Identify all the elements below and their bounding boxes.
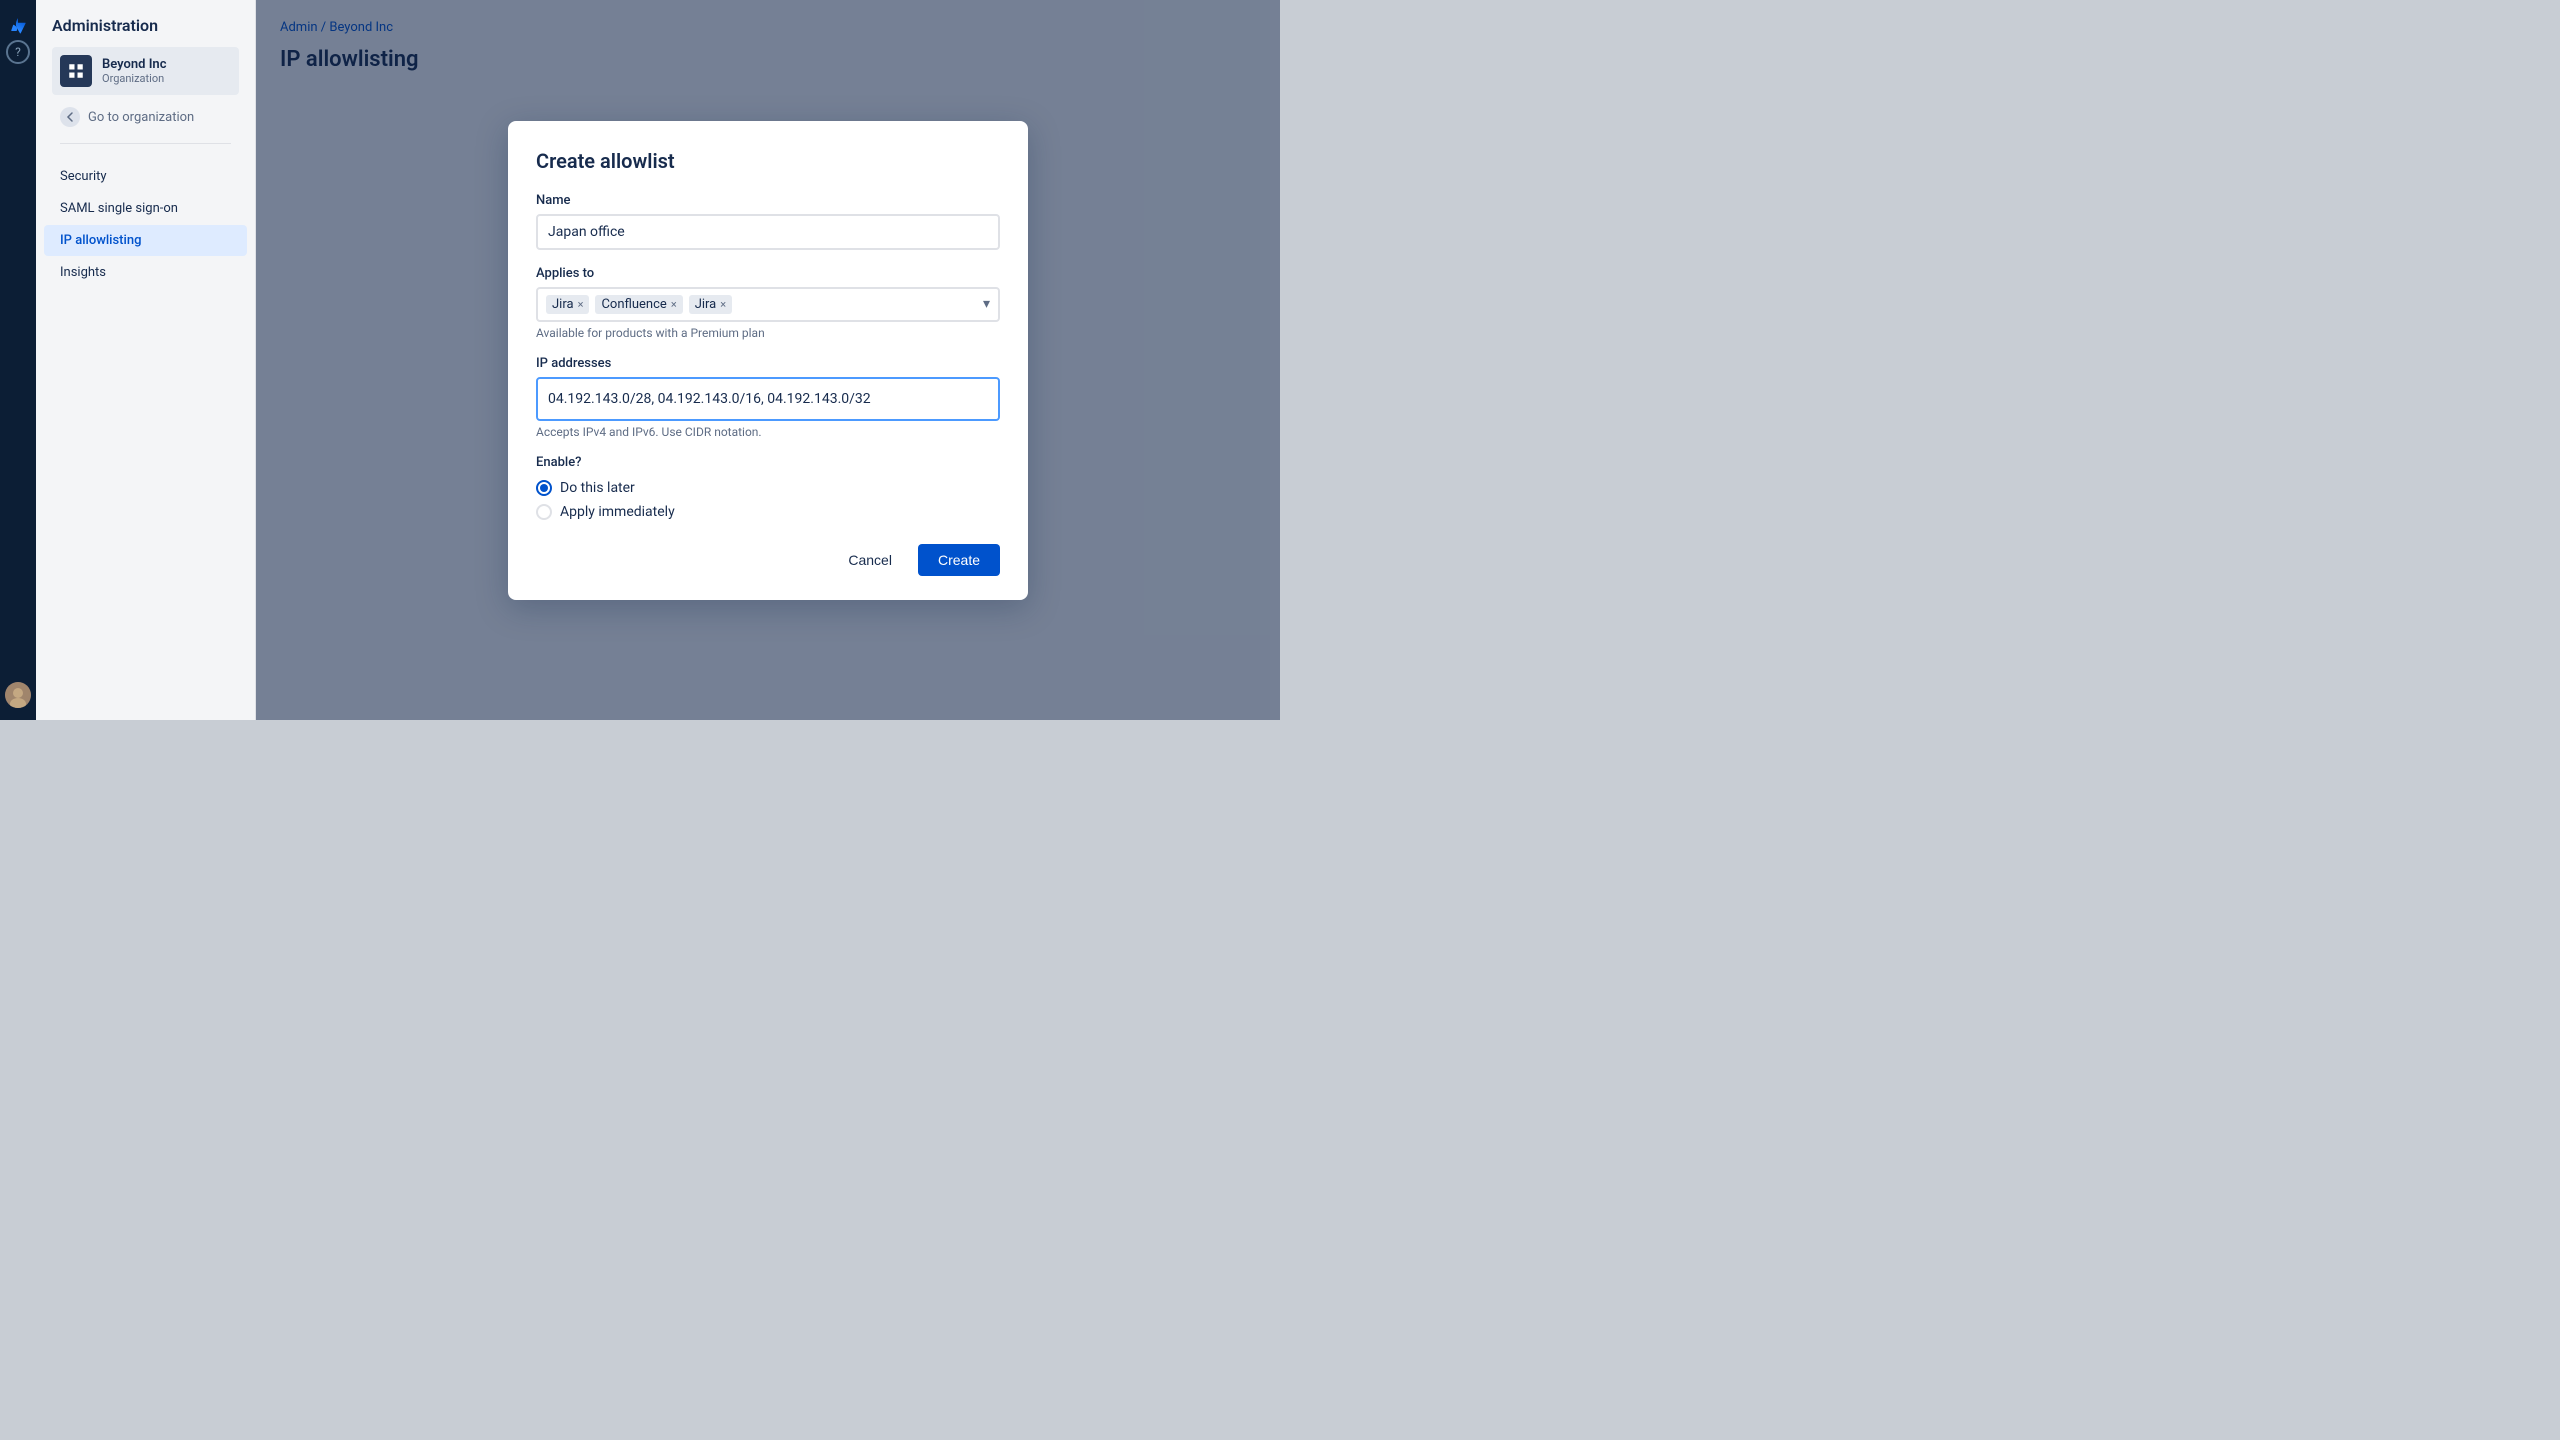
org-item: Beyond Inc Organization (52, 47, 239, 95)
tag-confluence-remove[interactable]: × (671, 299, 677, 310)
go-to-org-link[interactable]: Go to organization (52, 99, 239, 135)
go-to-org-label: Go to organization (88, 110, 194, 125)
radio-apply-immediately-circle (536, 504, 552, 520)
user-avatar[interactable] (5, 682, 31, 708)
tag-confluence[interactable]: Confluence × (595, 295, 682, 314)
tag-jira-1-remove[interactable]: × (578, 299, 584, 310)
org-subtitle: Organization (102, 72, 166, 85)
nav-item-saml[interactable]: SAML single sign-on (44, 193, 247, 224)
admin-title: Administration (52, 16, 239, 35)
create-allowlist-modal: Create allowlist Name Applies to Jira × … (508, 121, 1028, 600)
left-nav-panel: Administration Beyond Inc Organization G… (36, 0, 256, 720)
enable-label: Enable? (536, 455, 1000, 470)
nav-menu: Security SAML single sign-on IP allowlis… (36, 160, 255, 289)
ip-addresses-input[interactable] (536, 377, 1000, 421)
app-sidebar: ? (0, 0, 36, 720)
radio-do-this-later-label: Do this later (560, 480, 635, 496)
main-content: Admin / Beyond Inc IP allowlisting Creat… (256, 0, 1280, 720)
cancel-button[interactable]: Cancel (832, 544, 908, 576)
tag-jira-2-remove[interactable]: × (720, 299, 726, 310)
applies-to-field-group: Applies to Jira × Confluence × Jira × ▾ (536, 266, 1000, 340)
applies-to-label: Applies to (536, 266, 1000, 281)
create-button[interactable]: Create (918, 544, 1000, 576)
help-button[interactable]: ? (6, 40, 30, 64)
modal-overlay[interactable]: Create allowlist Name Applies to Jira × … (256, 0, 1280, 720)
nav-item-security[interactable]: Security (44, 161, 247, 192)
chevron-down-icon: ▾ (983, 296, 990, 312)
nav-item-ip-allowlisting[interactable]: IP allowlisting (44, 225, 247, 256)
ip-label: IP addresses (536, 356, 1000, 371)
org-icon (60, 55, 92, 87)
name-field-group: Name (536, 193, 1000, 250)
radio-apply-immediately-label: Apply immediately (560, 504, 675, 520)
applies-note: Available for products with a Premium pl… (536, 326, 1000, 340)
nav-item-insights[interactable]: Insights (44, 257, 247, 288)
atlassian-logo (6, 12, 30, 40)
back-icon (60, 107, 80, 127)
tag-jira-2-label: Jira (695, 297, 717, 312)
tag-confluence-label: Confluence (601, 297, 666, 312)
radio-do-this-later-circle (536, 480, 552, 496)
name-input[interactable] (536, 214, 1000, 250)
ip-note: Accepts IPv4 and IPv6. Use CIDR notation… (536, 425, 1000, 439)
tag-jira-1[interactable]: Jira × (546, 295, 589, 314)
nav-divider (60, 143, 231, 144)
ip-addresses-field-group: IP addresses Accepts IPv4 and IPv6. Use … (536, 356, 1000, 439)
name-label: Name (536, 193, 1000, 208)
modal-title: Create allowlist (536, 149, 1000, 173)
applies-to-select[interactable]: Jira × Confluence × Jira × ▾ (536, 287, 1000, 322)
radio-group: Do this later Apply immediately (536, 480, 1000, 520)
enable-field-group: Enable? Do this later Apply immediately (536, 455, 1000, 520)
radio-do-this-later[interactable]: Do this later (536, 480, 1000, 496)
radio-apply-immediately[interactable]: Apply immediately (536, 504, 1000, 520)
modal-footer: Cancel Create (536, 544, 1000, 576)
tag-jira-2[interactable]: Jira × (689, 295, 732, 314)
tag-jira-1-label: Jira (552, 297, 574, 312)
org-name: Beyond Inc (102, 57, 166, 73)
